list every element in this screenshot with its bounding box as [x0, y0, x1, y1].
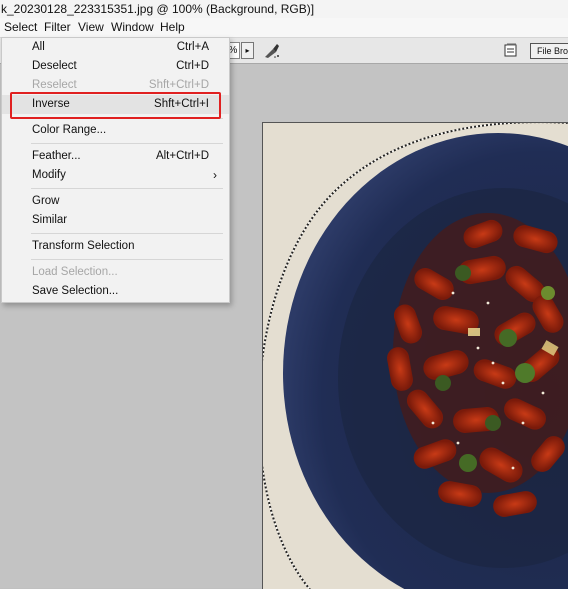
menu-item-label: All: [32, 41, 45, 53]
menu-item-shortcut: Ctrl+A: [176, 41, 209, 53]
menu-divider: [31, 233, 223, 234]
menu-item-modify[interactable]: Modify ›: [2, 166, 229, 185]
menu-item-feather[interactable]: Feather... Alt+Ctrl+D: [2, 147, 229, 166]
menu-item-load-selection: Load Selection...: [2, 263, 229, 282]
menu-window[interactable]: Window: [111, 18, 154, 37]
menu-divider: [31, 188, 223, 189]
menu-help[interactable]: Help: [160, 18, 185, 37]
menu-divider: [31, 259, 223, 260]
menu-item-shortcut: Alt+Ctrl+D: [155, 150, 209, 162]
menubar: Select Filter View Window Help: [0, 18, 568, 38]
menu-item-similar[interactable]: Similar: [2, 211, 229, 230]
window-title: k_20230128_223315351.jpg @ 100% (Backgro…: [0, 0, 568, 18]
menu-item-grow[interactable]: Grow: [2, 192, 229, 211]
menu-filter[interactable]: Filter: [44, 18, 71, 37]
menu-select[interactable]: Select: [4, 18, 37, 37]
menu-item-all[interactable]: All Ctrl+A: [2, 38, 229, 57]
select-menu-dropdown: All Ctrl+A Deselect Ctrl+D Reselect Shft…: [1, 37, 230, 303]
menu-item-label: Grow: [32, 195, 60, 207]
zoom-arrow-button[interactable]: ▸: [241, 42, 254, 59]
menu-item-label: Save Selection...: [32, 285, 119, 297]
photo-image: [263, 123, 568, 589]
menu-view[interactable]: View: [78, 18, 104, 37]
menu-item-save-selection[interactable]: Save Selection...: [2, 282, 229, 301]
inverse-highlight-annotation: [10, 92, 221, 119]
menu-item-label: Color Range...: [32, 124, 107, 136]
menu-item-deselect[interactable]: Deselect Ctrl+D: [2, 57, 229, 76]
menu-item-shortcut: Ctrl+D: [176, 60, 209, 72]
menu-item-label: Similar: [32, 214, 68, 226]
menu-item-transform-selection[interactable]: Transform Selection: [2, 237, 229, 256]
menu-item-label: Transform Selection: [32, 240, 135, 252]
menu-item-label: Deselect: [32, 60, 77, 72]
menu-item-color-range[interactable]: Color Range...: [2, 121, 229, 140]
menu-divider: [31, 143, 223, 144]
menu-item-label: Load Selection...: [32, 266, 118, 278]
menu-item-label: Feather...: [32, 150, 81, 162]
submenu-arrow-icon: ›: [213, 168, 217, 182]
document-canvas[interactable]: [262, 122, 568, 589]
airbrush-icon[interactable]: [263, 42, 281, 59]
menu-item-label: Modify: [32, 169, 66, 181]
palette-well-icon[interactable]: [504, 43, 518, 57]
file-browser-tab[interactable]: File Browser: [530, 43, 568, 59]
